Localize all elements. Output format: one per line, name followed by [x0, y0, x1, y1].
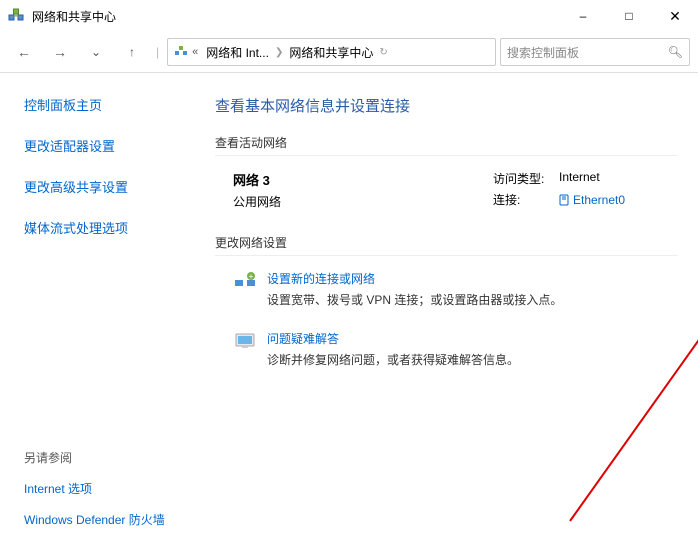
section-divider — [215, 255, 678, 256]
troubleshoot-desc: 诊断并修复网络问题，或者获得疑难解答信息。 — [267, 351, 519, 368]
setup-connection-icon: + — [233, 270, 257, 294]
troubleshoot-link[interactable]: 问题疑难解答 — [267, 330, 519, 347]
breadcrumb[interactable]: « 网络和 Int... ❯ 网络和共享中心 ↻ — [167, 38, 496, 66]
sidebar-link-internet-options[interactable]: Internet 选项 — [24, 480, 195, 497]
connection-value: Ethernet0 — [573, 193, 625, 207]
access-type-label: 访问类型: — [493, 170, 559, 187]
active-network-row: 网络 3 公用网络 访问类型: Internet 连接: Ethernet0 — [215, 170, 678, 212]
app-icon — [8, 8, 24, 24]
task-row: 问题疑难解答 诊断并修复网络问题，或者获得疑难解答信息。 — [215, 330, 678, 384]
minimize-button[interactable]: – — [560, 0, 606, 32]
breadcrumb-item-current[interactable]: 网络和共享中心 — [289, 44, 373, 61]
task-row: + 设置新的连接或网络 设置宽带、拨号或 VPN 连接；或设置路由器或接入点。 — [215, 270, 678, 324]
control-panel-home-link[interactable]: 控制面板主页 — [24, 95, 195, 114]
active-networks-title: 查看活动网络 — [215, 134, 678, 151]
change-settings-title: 更改网络设置 — [215, 234, 678, 251]
breadcrumb-item-parent[interactable]: 网络和 Int... — [206, 44, 269, 61]
sidebar-link-defender-firewall[interactable]: Windows Defender 防火墙 — [24, 511, 195, 528]
network-name: 网络 3 — [233, 170, 493, 189]
sidebar-link-advanced-sharing[interactable]: 更改高级共享设置 — [24, 177, 195, 196]
back-button[interactable]: ← — [8, 38, 40, 66]
setup-connection-desc: 设置宽带、拨号或 VPN 连接；或设置路由器或接入点。 — [267, 291, 562, 308]
up-button[interactable]: ↑ — [116, 38, 148, 66]
see-also-label: 另请参阅 — [24, 449, 195, 466]
chevron-right-icon[interactable]: ❯ — [275, 47, 283, 58]
svg-text:+: + — [249, 272, 254, 281]
dropdown-history-button[interactable]: ⌄ — [80, 38, 112, 66]
setup-connection-link[interactable]: 设置新的连接或网络 — [267, 270, 562, 287]
breadcrumb-prefix: « — [192, 46, 198, 58]
sidebar-link-adapter-settings[interactable]: 更改适配器设置 — [24, 136, 195, 155]
main-content: 查看基本网络信息并设置连接 查看活动网络 网络 3 公用网络 访问类型: Int… — [195, 81, 698, 552]
sidebar-link-media-streaming[interactable]: 媒体流式处理选项 — [24, 218, 195, 237]
troubleshoot-icon — [233, 330, 257, 354]
page-heading: 查看基本网络信息并设置连接 — [215, 95, 678, 116]
maximize-button[interactable]: □ — [606, 0, 652, 32]
refresh-icon[interactable]: ↻ — [379, 47, 387, 58]
network-type: 公用网络 — [233, 193, 493, 210]
sidebar: 控制面板主页 更改适配器设置 更改高级共享设置 媒体流式处理选项 另请参阅 In… — [0, 81, 195, 552]
connection-label: 连接: — [493, 191, 559, 208]
ethernet-icon — [559, 194, 569, 206]
window-title: 网络和共享中心 — [32, 8, 560, 25]
section-divider — [215, 155, 678, 156]
search-icon: 🔍︎ — [668, 45, 683, 59]
access-type-value: Internet — [559, 170, 600, 187]
forward-button[interactable]: → — [44, 38, 76, 66]
search-input[interactable]: 搜索控制面板 🔍︎ — [500, 38, 690, 66]
breadcrumb-icon — [174, 45, 188, 59]
search-placeholder: 搜索控制面板 — [507, 44, 579, 61]
toolbar-divider — [0, 72, 698, 73]
connection-link[interactable]: Ethernet0 — [559, 191, 625, 208]
close-button[interactable]: ✕ — [652, 0, 698, 32]
nav-separator: | — [156, 45, 159, 59]
